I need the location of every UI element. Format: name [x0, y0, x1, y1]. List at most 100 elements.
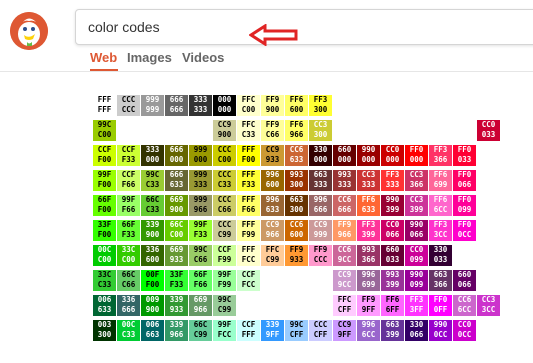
- color-swatch: 333 333: [189, 95, 212, 116]
- color-swatch: 999 999: [141, 95, 164, 116]
- color-code-top: 996: [361, 320, 376, 329]
- color-code-bottom: 966: [193, 305, 208, 314]
- color-code-top: 999: [193, 145, 208, 154]
- color-swatch: 66F F00: [93, 195, 116, 216]
- color-swatch: FF6 600: [285, 95, 308, 116]
- color-swatch: FFF FCC: [237, 245, 260, 266]
- color-code-bottom: 9FF: [337, 330, 352, 339]
- color-swatch: 99F FCC: [213, 320, 236, 341]
- color-code-bottom: C66: [121, 280, 136, 289]
- color-swatch: FFF FFF: [93, 95, 116, 116]
- color-code-bottom: 399: [361, 230, 376, 239]
- color-code-bottom: 333: [361, 180, 376, 189]
- color-code-top: FF6: [361, 195, 376, 204]
- color-code-bottom: 333: [193, 105, 208, 114]
- color-code-bottom: 066: [409, 330, 424, 339]
- color-code-top: 990: [409, 220, 424, 229]
- color-swatch: 330 000: [309, 145, 332, 166]
- color-code-bottom: 633: [361, 205, 376, 214]
- color-code-bottom: FFF: [97, 105, 112, 114]
- color-code-top: 99C: [217, 295, 232, 304]
- color-swatch: 66F F66: [189, 270, 212, 291]
- color-code-bottom: 300: [313, 105, 328, 114]
- color-code-top: 993: [385, 270, 400, 279]
- color-swatch: 666 633: [165, 170, 188, 191]
- color-swatch: FFC C33: [237, 120, 260, 141]
- color-swatch: FF6 633: [357, 195, 380, 216]
- color-code-bottom: F99: [217, 280, 232, 289]
- tab-web[interactable]: Web: [90, 50, 117, 65]
- color-code-top: 990: [433, 320, 448, 329]
- color-code-top: 339: [169, 295, 184, 304]
- color-swatch: 339 9FF: [261, 320, 284, 341]
- color-code-top: 66F: [121, 220, 136, 229]
- color-code-top: FFC: [241, 120, 256, 129]
- color-code-bottom: F99: [241, 230, 256, 239]
- color-code-bottom: 366: [433, 280, 448, 289]
- color-code-top: 99F: [217, 270, 232, 279]
- color-code-bottom: F33: [121, 155, 136, 164]
- color-code-top: FF0: [457, 220, 472, 229]
- color-swatch: CCC CCC: [117, 95, 140, 116]
- color-code-bottom: 0CC: [457, 330, 472, 339]
- color-code-top: CC6: [337, 245, 352, 254]
- color-swatch: 666 000: [165, 145, 188, 166]
- color-code-bottom: 933: [169, 255, 184, 264]
- color-swatch: 000 000: [213, 95, 236, 116]
- color-code-top: 99F: [193, 220, 208, 229]
- color-code-bottom: 966: [193, 205, 208, 214]
- color-swatch: CCF F99: [213, 245, 236, 266]
- header-divider: [0, 71, 533, 72]
- color-swatch: CCC CFF: [309, 320, 332, 341]
- color-code-top: CC9: [265, 220, 280, 229]
- color-swatch: 990 099: [405, 270, 428, 291]
- color-code-top: FFF: [241, 220, 256, 229]
- color-code-top: FF9: [361, 295, 376, 304]
- color-swatch: 66C C99: [189, 320, 212, 341]
- color-swatch: FF9 C66: [261, 120, 284, 141]
- color-code-top: CC0: [457, 320, 472, 329]
- color-swatch: CC0 0CC: [453, 320, 476, 341]
- color-swatch: CC3 3CC: [477, 295, 500, 316]
- color-swatch: FF9 900: [261, 95, 284, 116]
- color-swatch: 990 000: [357, 145, 380, 166]
- color-swatch: 999 000: [189, 145, 212, 166]
- color-code-bottom: FCC: [217, 330, 232, 339]
- color-code-top: 993: [337, 170, 352, 179]
- tab-videos[interactable]: Videos: [182, 50, 224, 65]
- color-code-bottom: 333: [385, 180, 400, 189]
- color-code-top: CC3: [409, 170, 424, 179]
- color-code-bottom: C99: [217, 230, 232, 239]
- color-code-bottom: 099: [409, 255, 424, 264]
- color-code-bottom: 6CC: [433, 205, 448, 214]
- color-code-top: CC0: [409, 245, 424, 254]
- color-code-top: CCF: [121, 145, 136, 154]
- color-code-bottom: 066: [385, 230, 400, 239]
- color-code-bottom: 900: [217, 130, 232, 139]
- color-code-bottom: F66: [193, 280, 208, 289]
- color-code-top: CC6: [337, 195, 352, 204]
- color-code-bottom: 333: [313, 180, 328, 189]
- color-swatch: 009 900: [141, 295, 164, 316]
- color-swatch: CCC C00: [213, 145, 236, 166]
- duckduckgo-logo[interactable]: [10, 12, 48, 50]
- color-code-bottom: 663: [145, 330, 160, 339]
- color-code-top: 99C: [97, 120, 112, 129]
- color-code-top: 00F: [145, 270, 160, 279]
- color-swatch: CC0 033: [477, 120, 500, 141]
- color-code-top: 009: [145, 295, 160, 304]
- color-code-bottom: F00: [97, 155, 112, 164]
- color-code-top: FF9: [337, 220, 352, 229]
- color-code-bottom: 633: [97, 305, 112, 314]
- color-swatch: 33C C33: [93, 270, 116, 291]
- color-swatch: 990 399: [381, 195, 404, 216]
- color-code-top: FF0: [457, 195, 472, 204]
- color-swatch: FFF F00: [237, 145, 260, 166]
- color-code-bottom: C66: [193, 255, 208, 264]
- color-code-top: 33F: [97, 220, 112, 229]
- color-code-bottom: C99: [217, 305, 232, 314]
- color-swatch: 996 699: [357, 270, 380, 291]
- color-code-top: 99C: [145, 170, 160, 179]
- tab-images[interactable]: Images: [127, 50, 172, 65]
- color-code-top: 990: [385, 195, 400, 204]
